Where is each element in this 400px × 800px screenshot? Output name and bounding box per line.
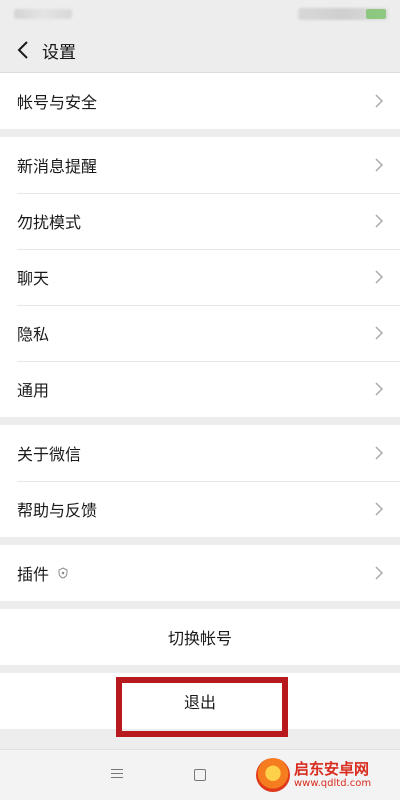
- row-label: 聊天: [17, 269, 50, 288]
- chevron-right-icon: [375, 158, 384, 172]
- switch-account-button[interactable]: 切换帐号: [0, 609, 400, 665]
- chevron-right-icon: [375, 566, 384, 580]
- page-title: 设置: [42, 42, 76, 63]
- menu-icon[interactable]: [111, 769, 123, 781]
- chevron-right-icon: [375, 446, 384, 460]
- row-label-wrap: 插件: [17, 561, 374, 585]
- row-label: 插件: [17, 565, 50, 584]
- status-bar: [0, 0, 400, 28]
- settings-row-about[interactable]: 关于微信: [0, 425, 400, 481]
- row-label: 新消息提醒: [17, 157, 98, 176]
- highlight-annotation-box: [116, 677, 288, 737]
- system-navigation-bar: 启东安卓网 www.qdltd.com: [0, 749, 400, 800]
- watermark-name: 启东安卓网: [294, 759, 370, 778]
- settings-row-chat[interactable]: 聊天: [0, 249, 400, 305]
- chevron-left-icon: [17, 41, 28, 59]
- row-label: 帐号与安全: [17, 93, 98, 112]
- section-plugins: 插件: [0, 545, 400, 601]
- section-gap: [0, 537, 400, 545]
- settings-row-new-message[interactable]: 新消息提醒: [0, 137, 400, 193]
- section-account: 帐号与安全: [0, 73, 400, 129]
- chevron-right-icon: [375, 502, 384, 516]
- row-label: 隐私: [17, 325, 50, 344]
- watermark-logo-icon: [256, 758, 290, 792]
- battery-icon: [366, 9, 386, 19]
- section-gap: [0, 417, 400, 425]
- row-label: 勿扰模式: [17, 213, 82, 232]
- row-label: 帮助与反馈: [17, 501, 98, 520]
- row-label: 关于微信: [17, 445, 82, 464]
- row-label: 通用: [17, 381, 50, 400]
- settings-row-help-feedback[interactable]: 帮助与反馈: [0, 481, 400, 537]
- settings-row-plugins[interactable]: 插件: [0, 545, 400, 601]
- home-icon[interactable]: [194, 769, 206, 781]
- logout-row: 退出: [0, 673, 400, 737]
- watermark-text: 启东安卓网 www.qdltd.com: [294, 759, 372, 790]
- chevron-right-icon: [375, 94, 384, 108]
- section-gap: [0, 129, 400, 137]
- chevron-right-icon: [375, 326, 384, 340]
- nav-bar: 设置: [0, 28, 400, 73]
- chevron-right-icon: [375, 214, 384, 228]
- settings-row-account-security[interactable]: 帐号与安全: [0, 73, 400, 129]
- chevron-right-icon: [375, 270, 384, 284]
- section-gap: [0, 601, 400, 609]
- back-button[interactable]: [6, 28, 40, 72]
- watermark: 启东安卓网 www.qdltd.com: [256, 756, 392, 794]
- chevron-right-icon: [375, 382, 384, 396]
- plugin-badge-icon: [58, 567, 68, 579]
- section-about: 关于微信 帮助与反馈: [0, 425, 400, 537]
- status-left-blurred: [14, 9, 72, 19]
- settings-row-general[interactable]: 通用: [0, 361, 400, 417]
- section-main: 新消息提醒 勿扰模式 聊天 隐私 通用: [0, 137, 400, 417]
- settings-row-do-not-disturb[interactable]: 勿扰模式: [0, 193, 400, 249]
- section-gap: [0, 665, 400, 673]
- watermark-url: www.qdltd.com: [294, 777, 372, 789]
- settings-row-privacy[interactable]: 隐私: [0, 305, 400, 361]
